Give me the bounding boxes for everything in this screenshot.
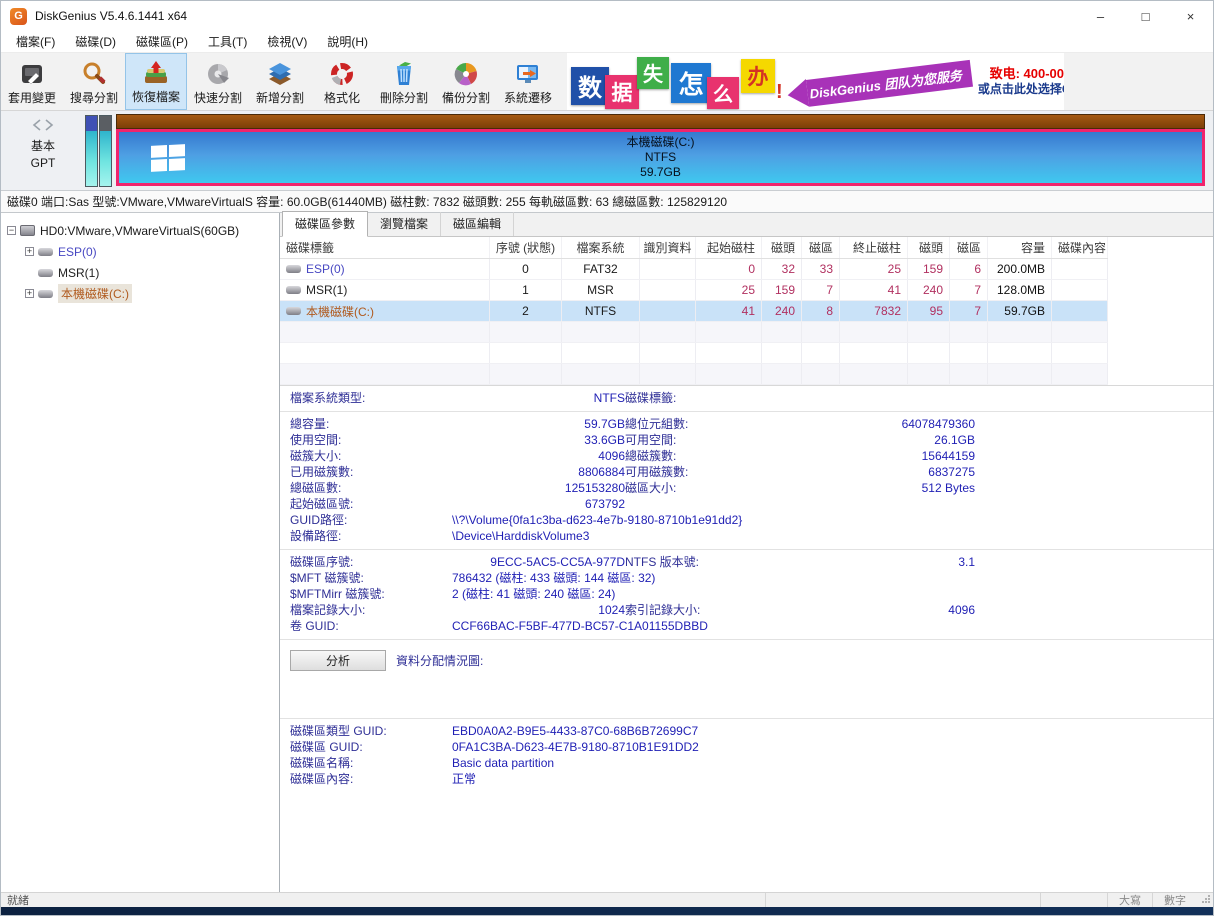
allocation-map-label: 資料分配情況圖: — [396, 652, 483, 669]
monitor-arrow-icon — [513, 60, 543, 88]
tree-item-c-selected[interactable]: + 本機磁碟(C:) — [7, 283, 275, 304]
status-ready: 就緒 — [1, 892, 765, 908]
partition-icon — [38, 248, 53, 256]
app-logo-icon: G — [10, 8, 27, 25]
ad-tile: 办 — [741, 59, 775, 93]
recover-files-icon — [141, 59, 171, 87]
allocation-map-area — [290, 673, 1203, 713]
status-capslock: 大寫 — [1107, 893, 1152, 907]
menu-tools[interactable]: 工具(T) — [198, 31, 257, 52]
close-button[interactable]: × — [1168, 1, 1213, 31]
ad-tile: 么 — [707, 77, 739, 109]
trash-icon — [389, 60, 419, 88]
disk-overview-panel: 基本 GPT 本機磁碟(C:) NTFS 59.7GB — [1, 111, 1213, 191]
disc-icon — [203, 60, 233, 88]
disk-info-line: 磁碟0 端口:Sas 型號:VMware,VMwareVirtualS 容量: … — [1, 191, 1213, 213]
tab-browse-files[interactable]: 瀏覽檔案 — [368, 212, 441, 236]
table-empty-row — [280, 364, 1108, 385]
apply-changes-button[interactable]: 套用變更 — [1, 53, 63, 110]
partition-icon — [286, 265, 301, 273]
ad-tiles: 数 据 失 怎 么 办 ! — [567, 55, 783, 109]
toolbar: 套用變更 搜尋分割 恢復檔案 快速分割 新增分割 格式化 刪除分割 備份分割 — [1, 53, 1213, 111]
disk-scheme-type: 基本 — [31, 138, 55, 155]
c-type-strip — [116, 114, 1205, 129]
tree-item-msr[interactable]: MSR(1) — [7, 262, 275, 283]
esp-type-strip — [86, 116, 97, 131]
expand-icon[interactable]: + — [25, 247, 34, 256]
status-bar: 就緒 大寫 數字 — [1, 892, 1213, 907]
disk-scheme-gpt: GPT — [31, 155, 56, 172]
minimize-button[interactable]: – — [1078, 1, 1123, 31]
partition-bar-esp[interactable] — [85, 115, 98, 187]
new-partition-button[interactable]: 新增分割 — [249, 53, 311, 110]
tabs-bar: 磁碟區參數 瀏覽檔案 磁區編輯 — [280, 213, 1213, 237]
status-cell — [765, 893, 1040, 907]
tab-partition-params[interactable]: 磁碟區參數 — [282, 211, 368, 237]
tree-root-hd0[interactable]: − HD0:VMware,VMwareVirtualS(60GB) — [7, 220, 275, 241]
analyze-button[interactable]: 分析 — [290, 650, 386, 671]
backup-partition-button[interactable]: 備份分割 — [435, 53, 497, 110]
tree-item-esp[interactable]: + ESP(0) — [7, 241, 275, 262]
c-partition-caption: 本機磁碟(C:) NTFS 59.7GB — [627, 135, 695, 180]
table-row-msr[interactable]: MSR(1) 1 MSR 25 159 7 41 240 7 128.0MB — [280, 280, 1108, 301]
menu-bar: 檔案(F) 磁碟(D) 磁碟區(P) 工具(T) 檢視(V) 說明(H) — [1, 31, 1213, 53]
table-row-esp[interactable]: ESP(0) 0 FAT32 0 32 33 25 159 6 200.0MB — [280, 259, 1108, 280]
partition-icon — [286, 286, 301, 294]
menu-view[interactable]: 檢視(V) — [257, 31, 317, 52]
windows-logo-icon — [151, 144, 185, 172]
pie-petals-icon — [451, 60, 481, 88]
menu-file[interactable]: 檔案(F) — [6, 31, 65, 52]
ad-contact[interactable]: 致电: 400-008-9958 或点击此处选择QQ咨询 — [978, 66, 1064, 97]
ad-phone: 致电: 400-008-9958 — [978, 66, 1064, 82]
tab-sector-edit[interactable]: 磁區編輯 — [441, 212, 514, 236]
partition-bar-c[interactable]: 本機磁碟(C:) NTFS 59.7GB — [116, 114, 1205, 186]
partition-icon — [286, 307, 301, 315]
ad-exclamation: ! — [776, 81, 783, 104]
ad-tile: 数 — [571, 67, 609, 105]
search-partition-button[interactable]: 搜尋分割 — [63, 53, 125, 110]
expand-icon[interactable]: + — [25, 289, 34, 298]
ad-tile: 怎 — [671, 63, 711, 103]
partition-tree-panel: − HD0:VMware,VMwareVirtualS(60GB) + ESP(… — [1, 213, 280, 892]
table-empty-row — [280, 343, 1108, 364]
menu-help[interactable]: 說明(H) — [317, 31, 378, 52]
partition-bar-msr[interactable] — [99, 115, 112, 187]
collapse-icon[interactable]: − — [7, 226, 16, 235]
msr-type-strip — [100, 116, 111, 131]
magnifier-icon — [79, 60, 109, 88]
menu-disk[interactable]: 磁碟(D) — [65, 31, 126, 52]
maximize-button[interactable]: □ — [1123, 1, 1168, 31]
ad-qq-link[interactable]: 或点击此处选择QQ咨询 — [978, 82, 1064, 97]
ad-banner[interactable]: 数 据 失 怎 么 办 ! DiskGenius 团队为您服务 致电: 400-… — [567, 53, 1064, 110]
recover-files-button[interactable]: 恢復檔案 — [125, 53, 187, 110]
format-button[interactable]: 格式化 — [311, 53, 373, 110]
partition-icon — [38, 269, 53, 277]
ad-tile: 据 — [605, 75, 639, 109]
partition-details: 檔案系統類型:NTFS 磁碟標籤: 總容量:59.7GB總位元組數:640784… — [280, 385, 1213, 892]
table-row-c-selected[interactable]: 本機磁碟(C:) 2 NTFS 41 240 8 7832 95 7 59.7G… — [280, 301, 1108, 322]
table-empty-row — [280, 322, 1108, 343]
delete-partition-button[interactable]: 刪除分割 — [373, 53, 435, 110]
window-title: DiskGenius V5.4.6.1441 x64 — [35, 9, 1078, 23]
title-bar: G DiskGenius V5.4.6.1441 x64 – □ × — [1, 1, 1213, 31]
ad-arrow: DiskGenius 团队为您服务 — [786, 58, 973, 108]
quick-partition-button[interactable]: 快速分割 — [187, 53, 249, 110]
format-ring-icon — [327, 60, 357, 88]
table-header-row: 磁碟標籤 序號 (狀態) 檔案系統 識別資料 起始磁柱 磁頭 磁區 終止磁柱 磁… — [280, 237, 1108, 259]
system-migrate-button[interactable]: 系統遷移 — [497, 53, 559, 110]
disk-icon — [20, 225, 35, 236]
status-cell — [1040, 893, 1107, 907]
c-partition-body[interactable]: 本機磁碟(C:) NTFS 59.7GB — [116, 129, 1205, 186]
layers-icon — [265, 60, 295, 88]
menu-partition[interactable]: 磁碟區(P) — [126, 31, 198, 52]
disk-nav-arrows[interactable] — [30, 118, 56, 138]
resize-grip[interactable] — [1197, 895, 1213, 906]
ad-tile: 失 — [637, 57, 669, 89]
partition-table: 磁碟標籤 序號 (狀態) 檔案系統 識別資料 起始磁柱 磁頭 磁區 終止磁柱 磁… — [280, 237, 1108, 385]
taskbar-edge — [1, 907, 1213, 915]
apply-changes-icon — [17, 60, 47, 88]
diskgenius-window: G DiskGenius V5.4.6.1441 x64 – □ × 檔案(F)… — [0, 0, 1214, 916]
status-numlock: 數字 — [1152, 893, 1197, 907]
partition-icon — [38, 290, 53, 298]
